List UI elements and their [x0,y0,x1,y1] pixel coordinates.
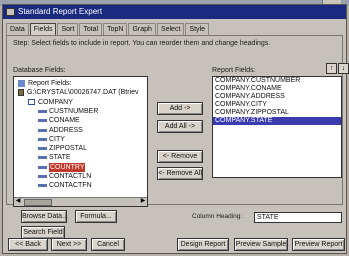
tree-item-label: CITY [49,135,65,143]
field-icon [38,137,47,141]
move-down-icon[interactable]: ↓ [338,63,349,74]
tree-item[interactable]: CONTACTLN [38,172,91,181]
add-button[interactable]: Add -> [157,102,203,115]
report-field-item[interactable]: COMPANY.CONAME [213,85,341,93]
tree-item-label: COMPANY [38,98,73,106]
cancel-button[interactable]: Cancel [91,238,125,251]
tree-item[interactable]: CITY [38,135,65,144]
scroll-left-icon[interactable]: ◀ [14,198,22,205]
tab-total[interactable]: Total [79,23,103,35]
field-icon [38,165,47,169]
tree-item[interactable]: STATE [38,153,71,162]
report-fields-list[interactable]: COMPANY.CUSTNUMBER COMPANY.CONAME COMPANY.… [212,76,342,178]
design-report-button[interactable]: Design Report [177,238,229,251]
tree-item-label: CONAME [49,117,80,125]
tab-style[interactable]: Style [185,23,209,35]
add-all-button[interactable]: Add All -> [157,120,203,133]
tree-item[interactable]: CONAME [38,116,80,125]
back-button[interactable]: << Back [8,238,48,251]
database-icon [18,89,24,97]
window-title: Standard Report Expert [18,7,103,16]
field-icon [38,147,47,151]
tab-fields[interactable]: Fields [29,23,57,35]
preview-report-button[interactable]: Preview Report [292,238,345,251]
window-icon [6,8,15,16]
tree-item[interactable]: COUNTRY [38,162,86,172]
column-heading-input[interactable]: STATE [254,212,342,223]
database-fields-label: Database Fields: [13,67,66,74]
tab-sort[interactable]: Sort [57,23,79,35]
tree-item[interactable]: ADDRESS [38,126,83,135]
move-up-icon[interactable]: ↑ [326,63,337,74]
remove-all-button[interactable]: <- Remove All [157,167,203,180]
field-icon [38,184,47,188]
step-instructions: Step: Select fields to include in report… [13,40,271,47]
next-button[interactable]: Next >> [51,238,87,251]
report-expert-dialog: Standard Report Expert Data Fields Sort Tot… [2,4,349,254]
tree-item-label: G:\CRYSTAL\00026747.DAT (Btriev [27,89,139,97]
tree-item-label: ZIPPOSTAL [49,145,87,153]
reorder-arrows: ↑ ↓ [325,63,349,74]
report-fields-label: Report Fields: [212,67,256,74]
tree-item[interactable]: COMPANY [28,98,73,107]
tree-item[interactable]: ZIPPOSTAL [38,144,87,153]
field-icon [38,128,47,132]
tree-item-label: STATE [49,154,71,162]
field-icon [38,119,47,123]
field-icon [38,109,47,113]
scroll-right-icon[interactable]: ▶ [139,198,147,205]
preview-sample-button[interactable]: Preview Sample [234,238,288,251]
remove-button[interactable]: <- Remove [157,150,203,163]
report-field-item[interactable]: COMPANY.ADDRESS [213,93,341,101]
tree-item-label: CONTACTLN [49,173,92,180]
tab-select[interactable]: Select [156,23,185,35]
table-icon [28,99,35,106]
report-icon [18,80,25,87]
formula-button[interactable]: Formula... [75,210,117,223]
tab-graph[interactable]: Graph [128,23,156,35]
tab-topn[interactable]: TopN [103,23,128,35]
tree-item-label: Report Fields: [28,80,72,87]
report-field-item[interactable]: COMPANY.STATE [213,117,341,125]
database-fields-tree[interactable]: Report Fields: G:\CRYSTAL\00026747.DAT (B… [13,76,148,207]
title-bar: Standard Report Expert [3,5,346,19]
scroll-thumb[interactable] [24,199,52,206]
field-icon [38,175,47,178]
tree-horizontal-scrollbar[interactable]: ◀ ▶ [14,197,147,206]
tree-item-label: COUNTRY [49,162,86,172]
tree-item[interactable]: CUSTNUMBER [38,107,98,116]
tree-item-label: CUSTNUMBER [49,107,99,115]
browse-data-button[interactable]: Browse Data... [21,210,68,223]
tree-item-label: CONTACTFN [49,182,92,190]
column-heading-label: Column Heading: [192,213,243,220]
tree-item[interactable]: Report Fields: [18,79,72,88]
report-field-item[interactable]: COMPANY.ZIPPOSTAL [213,109,341,117]
field-icon [38,156,47,160]
tab-data[interactable]: Data [6,23,29,35]
fields-panel: Step: Select fields to include in report… [6,35,349,239]
tree-item[interactable]: G:\CRYSTAL\00026747.DAT (Btriev [18,88,139,97]
tree-item-label: ADDRESS [49,126,83,134]
report-field-item[interactable]: COMPANY.CITY [213,101,341,109]
tree-item[interactable]: CONTACTFN [38,181,92,190]
tab-strip: Data Fields Sort Total TopN Graph Select Style [6,23,210,35]
report-field-item[interactable]: COMPANY.CUSTNUMBER [213,77,341,85]
